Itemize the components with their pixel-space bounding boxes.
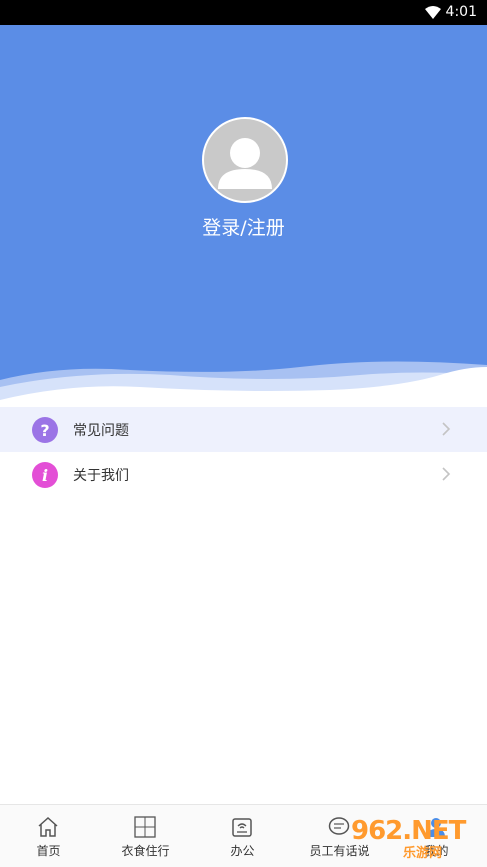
menu-item-faq[interactable]: ? 常见问题 [0,407,487,452]
home-icon [38,816,58,837]
watermark-subtitle: 乐游网 [403,846,443,861]
status-time: 4:01 [445,4,477,20]
status-bar: 4:01 [0,0,487,25]
tab-home[interactable]: 首页 [0,805,97,867]
settings-menu: ? 常见问题 i 关于我们 [0,407,487,497]
default-avatar-icon [218,138,272,189]
login-register-link[interactable]: 登录/注册 [0,213,487,240]
tab-label: 办公 [230,844,255,858]
wave-decoration [0,361,487,410]
info-icon: i [32,462,58,488]
tab-label: 首页 [36,844,61,858]
tab-office[interactable]: 办公 [194,805,291,867]
tab-label: 衣食住行 [121,844,170,858]
chevron-right-icon [442,422,451,436]
wifi-icon [425,6,441,19]
profile-header: 登录/注册 [0,25,487,410]
menu-item-about[interactable]: i 关于我们 [0,452,487,497]
question-icon: ? [32,417,58,443]
grid-icon [134,816,156,838]
avatar[interactable] [202,117,288,203]
tab-daily-life[interactable]: 衣食住行 [97,805,194,867]
office-icon [232,818,252,837]
watermark-logo: 962.NET 乐游网 [341,816,481,861]
menu-item-label: 常见问题 [73,422,129,439]
chevron-right-icon [442,467,451,481]
menu-item-label: 关于我们 [73,467,129,484]
